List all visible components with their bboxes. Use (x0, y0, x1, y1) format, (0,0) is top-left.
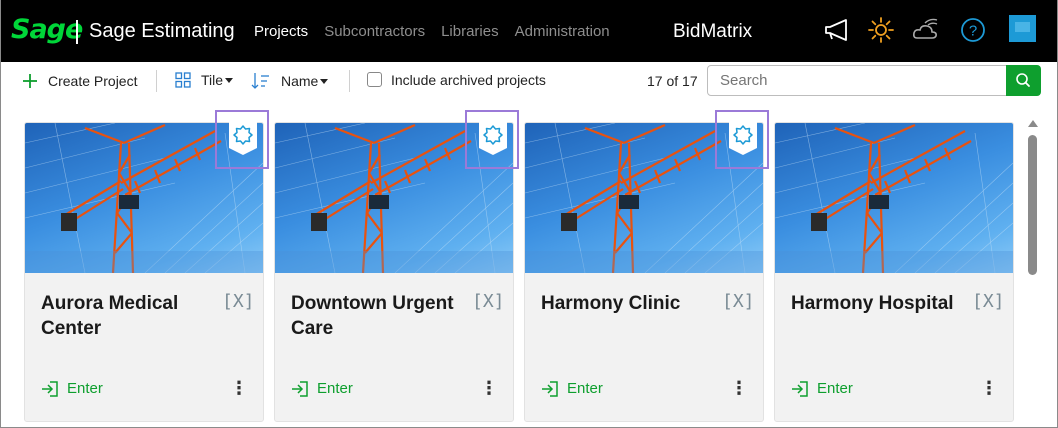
weather-icon[interactable] (912, 16, 940, 44)
shield-badge-icon (729, 120, 757, 155)
create-project-button[interactable]: Create Project (21, 72, 137, 90)
view-label: Tile (201, 72, 224, 88)
scroll-up-arrow[interactable] (1028, 120, 1038, 127)
more-options-icon[interactable]: ⋮ (230, 379, 248, 397)
sort-label: Name (281, 73, 319, 89)
toolbar-divider (156, 70, 157, 92)
project-title: Aurora Medical Center (41, 293, 179, 339)
app-tile-icon[interactable] (1009, 15, 1036, 42)
project-card[interactable]: Harmony Hospital [X] Enter ⋮ (774, 122, 1014, 422)
more-options-icon[interactable]: ⋮ (980, 379, 998, 397)
shield-badge-icon (229, 120, 257, 155)
svg-text:?: ? (969, 23, 977, 40)
enter-label: Enter (567, 380, 603, 397)
enter-icon (792, 380, 808, 397)
more-options-icon[interactable]: ⋮ (480, 379, 498, 397)
enter-icon (292, 380, 308, 397)
nav-item-subcontractors[interactable]: Subcontractors (324, 23, 425, 40)
project-badge[interactable] (715, 110, 769, 169)
sort-icon (251, 73, 269, 89)
project-badge[interactable] (215, 110, 269, 169)
view-tile-dropdown[interactable]: Tile (175, 72, 234, 88)
plus-icon (23, 74, 37, 88)
project-title: Downtown Urgent Care (291, 293, 454, 339)
enter-project-button[interactable]: Enter (541, 380, 603, 397)
sage-logo: Sage (11, 14, 83, 45)
chevron-down-icon (320, 78, 329, 84)
project-title: Harmony Hospital (791, 293, 954, 314)
logo-divider (76, 20, 78, 44)
main-nav: Projects Subcontractors Libraries Admini… (254, 23, 610, 40)
project-badge[interactable] (465, 110, 519, 169)
x-badge: [X] (222, 291, 255, 312)
project-count: 17 of 17 (647, 73, 698, 89)
enter-label: Enter (67, 380, 103, 397)
x-badge: [X] (472, 291, 505, 312)
top-nav-bar: Sage Sage Estimating Projects Subcontrac… (1, 0, 1057, 62)
nav-item-administration[interactable]: Administration (515, 23, 610, 40)
include-archived-checkbox[interactable] (367, 72, 382, 87)
chevron-down-icon (225, 77, 234, 83)
grid-icon (175, 72, 191, 88)
help-icon[interactable]: ? (959, 16, 987, 44)
enter-icon (42, 380, 58, 397)
enter-project-button[interactable]: Enter (291, 380, 353, 397)
project-title: Harmony Clinic (541, 293, 681, 314)
search-input[interactable] (707, 65, 1007, 96)
product-name: BidMatrix (673, 21, 753, 42)
x-badge: [X] (972, 291, 1005, 312)
enter-project-button[interactable]: Enter (41, 380, 103, 397)
enter-project-button[interactable]: Enter (791, 380, 853, 397)
enter-label: Enter (817, 380, 853, 397)
app-name: Sage Estimating (89, 20, 235, 42)
search-button[interactable] (1006, 65, 1041, 96)
x-badge: [X] (722, 291, 755, 312)
more-options-icon[interactable]: ⋮ (730, 379, 748, 397)
include-archived-label[interactable]: Include archived projects (391, 72, 546, 88)
enter-label: Enter (317, 380, 353, 397)
search-icon (1016, 73, 1030, 87)
megaphone-icon[interactable] (823, 16, 851, 44)
shield-badge-icon (479, 120, 507, 155)
project-image (775, 123, 1013, 273)
toolbar-divider (349, 70, 350, 92)
app-frame: Sage Sage Estimating Projects Subcontrac… (0, 0, 1058, 428)
sort-name-dropdown[interactable]: Name (251, 72, 329, 90)
nav-item-projects[interactable]: Projects (254, 23, 308, 40)
create-project-label: Create Project (48, 73, 138, 89)
scrollbar-thumb[interactable] (1028, 135, 1037, 275)
nav-item-libraries[interactable]: Libraries (441, 23, 499, 40)
sun-icon[interactable] (867, 16, 895, 44)
enter-icon (542, 380, 558, 397)
